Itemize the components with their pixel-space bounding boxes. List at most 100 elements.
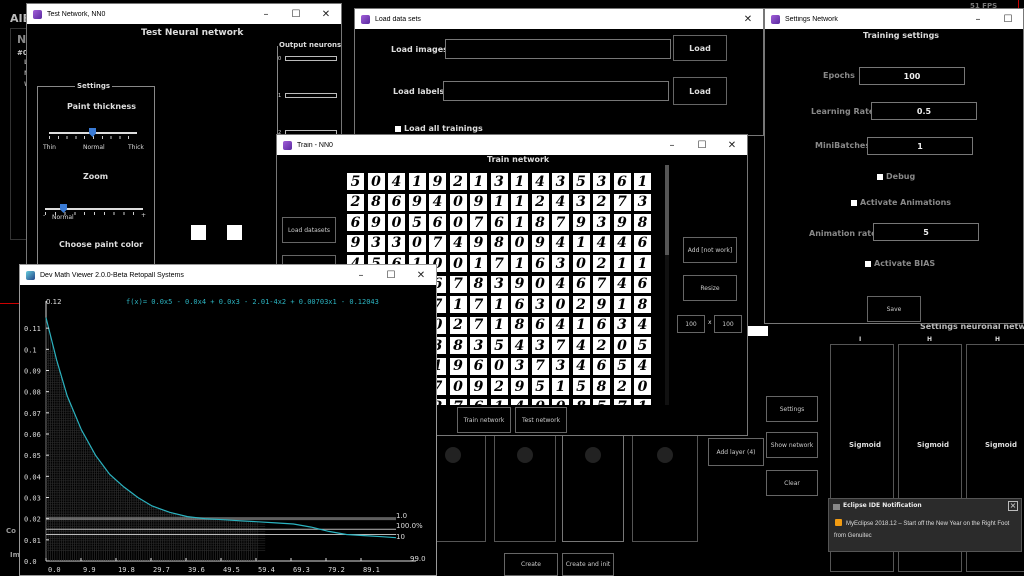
digit-sample: 2: [490, 378, 508, 395]
width-input[interactable]: 100: [677, 315, 705, 333]
add-not-work-button[interactable]: Add [not work]: [683, 237, 737, 263]
maximize-icon[interactable]: ☐: [687, 140, 717, 151]
digit-sample: 5: [593, 398, 610, 405]
minimize-icon[interactable]: –: [657, 140, 687, 151]
digit-sample: 2: [449, 173, 467, 190]
maximize-icon[interactable]: ☐: [281, 9, 311, 20]
float-toggle[interactable]: [748, 326, 768, 336]
height-input[interactable]: 100: [714, 315, 742, 333]
digit-sample: 1: [490, 316, 508, 334]
layer-slot[interactable]: [434, 432, 486, 542]
resize-button[interactable]: Resize: [683, 275, 737, 301]
layer-slot[interactable]: [494, 432, 556, 542]
digit-sample: 7: [593, 275, 610, 293]
notification-message[interactable]: MyEclipse 2018.12 – Start off the New Ye…: [834, 518, 1016, 542]
grid-scrollbar[interactable]: [665, 165, 669, 405]
digit-sample: 0: [552, 296, 569, 313]
layer-column-head: H: [995, 336, 1001, 343]
digit-sample: 3: [552, 173, 569, 190]
labels-path-input[interactable]: [443, 81, 669, 101]
paint-thickness-label: Paint thickness: [67, 102, 137, 111]
color-swatch-white[interactable]: [191, 225, 206, 240]
title-bar[interactable]: Dev Math Viewer 2.0.0-Beta Retopall Syst…: [20, 265, 436, 285]
checkbox-icon[interactable]: [395, 125, 401, 132]
digit-sample: 9: [531, 234, 549, 252]
minimize-icon[interactable]: –: [963, 14, 993, 25]
digit-sample: 3: [552, 255, 569, 272]
digit-sample: 5: [490, 337, 508, 354]
load-datasets-button[interactable]: Load datasets: [282, 217, 336, 243]
epochs-input[interactable]: 100: [859, 67, 965, 85]
clear-button[interactable]: Clear: [766, 470, 818, 496]
animation-rate-input[interactable]: 5: [873, 223, 979, 241]
window-title: Settings Network: [785, 15, 838, 23]
close-icon[interactable]: ✕: [717, 140, 747, 151]
images-path-input[interactable]: [445, 39, 671, 59]
title-bar[interactable]: Train - NN0 – ☐ ✕: [277, 135, 747, 155]
zoom-slider[interactable]: [45, 208, 143, 210]
digit-sample: 6: [347, 214, 364, 231]
create-and-init-button[interactable]: Create and init: [562, 553, 614, 576]
digit-sample: 4: [511, 337, 528, 354]
title-bar[interactable]: Load data sets ✕: [355, 9, 763, 29]
digit-sample: 9: [572, 214, 590, 231]
color-swatch-white-2[interactable]: [227, 225, 242, 240]
load-images-button[interactable]: Load: [673, 35, 727, 61]
digit-sample: 2: [613, 378, 631, 395]
load-labels-button[interactable]: Load: [673, 77, 727, 105]
settings-button[interactable]: Settings: [766, 396, 818, 422]
layer-slot[interactable]: [632, 432, 698, 542]
close-icon[interactable]: ✕: [311, 9, 341, 20]
digit-sample: 4: [552, 316, 569, 334]
show-network-button[interactable]: Show network: [766, 432, 818, 458]
digit-sample: 5: [408, 214, 426, 231]
digit-sample: 8: [367, 193, 385, 211]
minimize-icon[interactable]: –: [251, 9, 281, 20]
layer-slot[interactable]: [562, 432, 624, 542]
checkbox-icon[interactable]: [865, 260, 871, 267]
y-tick-label: 0.06: [24, 431, 41, 439]
minibatches-input[interactable]: 1: [867, 137, 973, 155]
digit-sample: 7: [490, 255, 508, 272]
minimize-icon[interactable]: –: [346, 270, 376, 281]
close-icon[interactable]: ✕: [406, 270, 436, 281]
debug-checkbox[interactable]: Debug: [877, 172, 915, 181]
learning-rate-input[interactable]: 0.5: [871, 102, 977, 120]
choose-color-label: Choose paint color: [59, 240, 144, 249]
digit-sample: 0: [511, 234, 528, 252]
close-icon[interactable]: ✕: [733, 14, 763, 25]
zoom-minus-label: -: [43, 212, 46, 219]
digit-sample: 6: [470, 357, 487, 375]
title-bar[interactable]: Settings Network – ☐: [765, 9, 1023, 29]
load-all-label: Load all trainings: [404, 124, 483, 133]
checkbox-icon[interactable]: [851, 199, 857, 206]
digit-sample: 3: [388, 234, 405, 252]
notification-icon: [833, 504, 840, 510]
test-network-button[interactable]: Test network: [515, 407, 567, 433]
load-all-checkbox[interactable]: Load all trainings: [395, 124, 483, 133]
digit-sample: 8: [572, 398, 590, 405]
train-network-button[interactable]: Train network: [457, 407, 511, 433]
add-layer-button[interactable]: Add layer (4): [708, 438, 764, 466]
checkbox-icon[interactable]: [877, 173, 883, 180]
digit-sample: 3: [634, 193, 651, 211]
layer-column-body: Sigmoid: [849, 441, 881, 449]
title-bar[interactable]: Test Network, NN0 – ☐ ✕: [27, 4, 341, 24]
maximize-icon[interactable]: ☐: [376, 270, 406, 281]
app-icon: [771, 14, 780, 24]
maximize-icon[interactable]: ☐: [993, 14, 1023, 25]
minibatches-label: MiniBatches: [815, 141, 871, 150]
digit-sample: 5: [634, 337, 651, 354]
digit-sample: 4: [552, 275, 569, 293]
save-button[interactable]: Save: [867, 296, 921, 322]
window-title: Test Network, NN0: [47, 10, 106, 18]
activate-animations-checkbox[interactable]: Activate Animations: [851, 198, 951, 207]
layer-column-body: Sigmoid: [917, 441, 949, 449]
activate-bias-checkbox[interactable]: Activate BIAS: [865, 259, 935, 268]
function-plot[interactable]: 0.0 0.01 0.02 0.03 0.04 0.05 0.06 0.07 0.08 0.09 0…: [20, 285, 437, 576]
create-button[interactable]: Create: [504, 553, 558, 576]
eclipse-notification[interactable]: Eclipse IDE Notification × MyEclipse 201…: [828, 498, 1022, 552]
notification-close-icon[interactable]: ×: [1008, 501, 1018, 511]
digit-sample: 1: [408, 173, 426, 190]
digit-sample: 6: [531, 316, 549, 334]
